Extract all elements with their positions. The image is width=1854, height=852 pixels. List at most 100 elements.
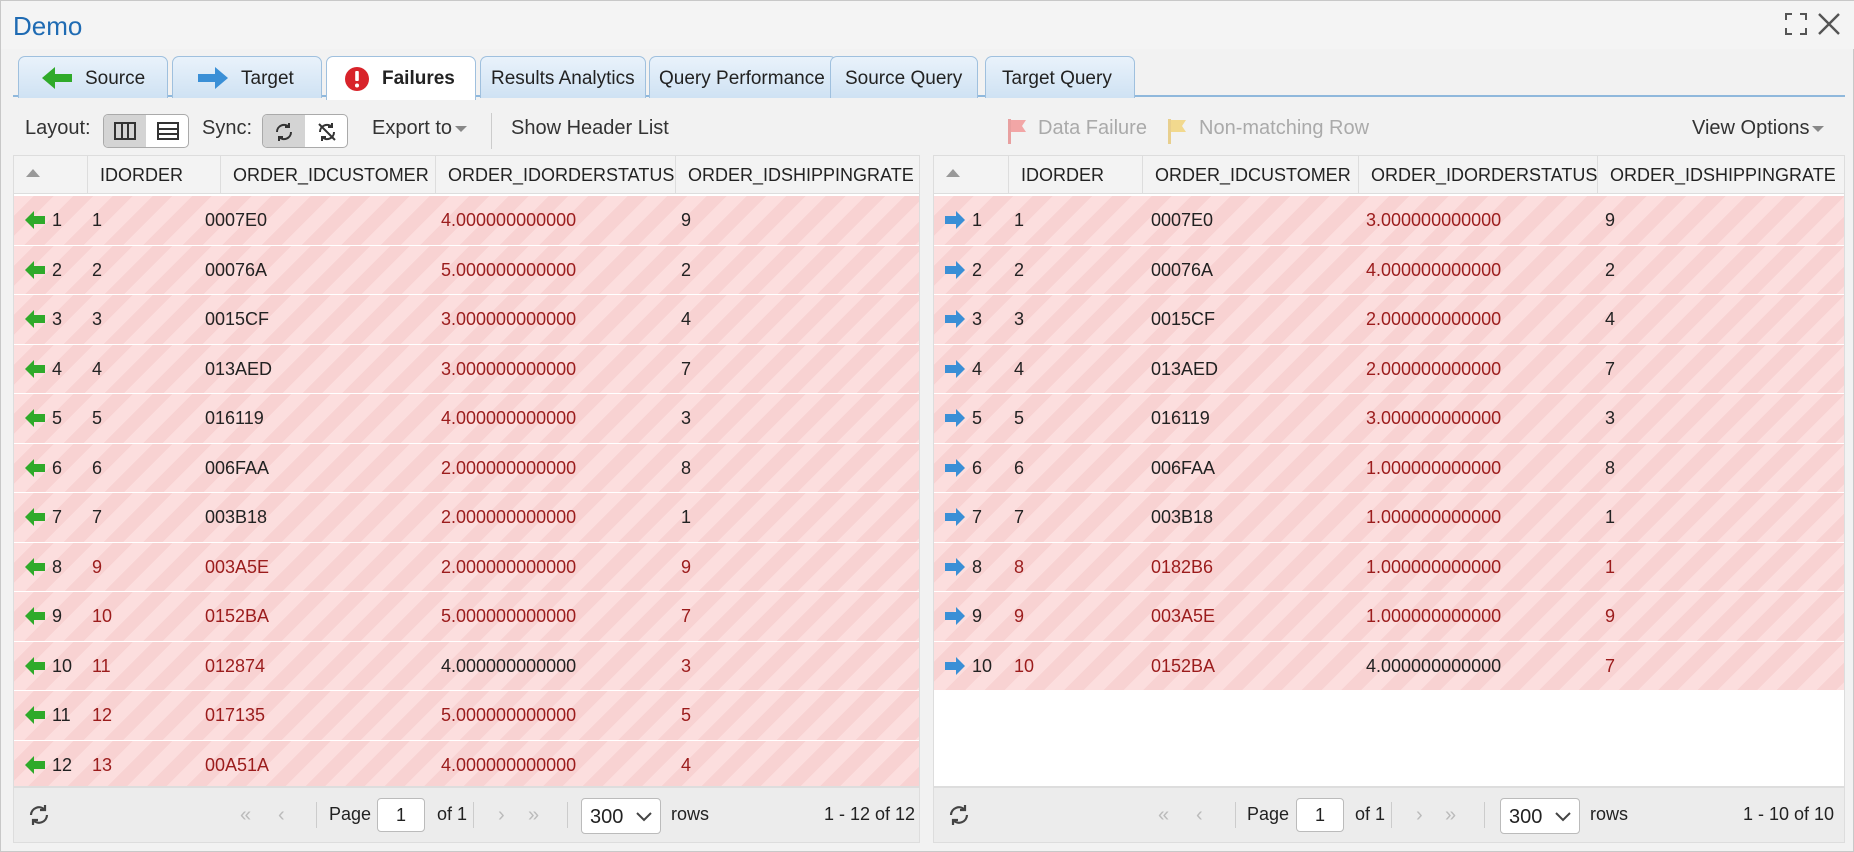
cell-idcustomer: 00A51A [205,754,270,775]
cell-idorder: 8 [1014,556,1025,577]
table-row[interactable]: 4 4 013AED 2.000000000000 7 [934,344,1844,394]
last-page-icon[interactable]: » [1445,804,1456,827]
table-row[interactable]: 2 2 00076A 5.000000000000 2 [14,245,919,295]
table-row[interactable]: 7 7 003B18 1.000000000000 1 [934,493,1844,543]
table-row[interactable]: 5 5 016119 3.000000000000 3 [934,394,1844,444]
table-row[interactable]: 11 12 017135 5.000000000000 5 [14,691,919,741]
tab-target-query[interactable]: Target Query [985,56,1135,98]
cell-idorderstatus: 3.000000000000 [1366,210,1502,230]
tab-results-analytics-label: Results Analytics [491,68,635,89]
cell-idcustomer: 006FAA [205,457,270,478]
tab-results-analytics[interactable]: Results Analytics [480,56,646,98]
layout-label: Layout: [25,117,91,139]
tab-source-query[interactable]: Source Query [830,56,978,98]
next-page-icon[interactable]: › [498,804,505,827]
prev-page-icon[interactable]: ‹ [278,804,285,827]
cell-idorderstatus: 4.000000000000 [1366,259,1502,280]
row-number: 5 [52,408,63,428]
table-row[interactable]: 10 11 012874 4.000000000000 3 [14,641,919,691]
chevron-down-icon [455,125,468,132]
rows-per-page-select[interactable]: 300 [581,798,661,834]
table-row[interactable]: 8 9 003A5E 2.000000000000 9 [14,542,919,592]
cell-idshippingrate: 3 [681,408,692,428]
column-header-idorder[interactable]: IDORDER [1009,156,1143,194]
cell-idcustomer: 003A5E [205,556,270,577]
table-row[interactable]: 1 1 0007E0 3.000000000000 9 [934,196,1844,246]
cell-idshippingrate: 1 [1605,507,1616,527]
column-header-idorderstatus[interactable]: ORDER_IDORDERSTATUS [436,156,676,194]
sort-up-icon [26,169,40,177]
tab-target-query-label: Target Query [1002,68,1112,89]
cell-idshippingrate: 2 [681,259,692,280]
tab-query-performance-label: Query Performance [659,68,825,89]
arrow-left-icon [25,458,45,477]
table-row[interactable]: 4 4 013AED 3.000000000000 7 [14,344,919,394]
table-row[interactable]: 6 6 006FAA 2.000000000000 8 [14,443,919,493]
cell-idorderstatus: 3.000000000000 [441,309,577,329]
column-header-idshippingrate[interactable]: ORDER_IDSHIPPINGRATE [1598,156,1844,194]
cell-idcustomer: 0015CF [1151,309,1216,329]
table-row[interactable]: 12 13 00A51A 4.000000000000 4 [14,740,919,786]
table-row[interactable]: 9 10 0152BA 5.000000000000 7 [14,592,919,642]
column-header-idorder[interactable]: IDORDER [88,156,221,194]
tab-query-performance[interactable]: Query Performance [649,56,837,98]
cell-idshippingrate: 9 [1605,606,1616,626]
sync-toggle [262,114,348,148]
tab-source[interactable]: Source [18,56,168,98]
table-row[interactable]: 6 6 006FAA 1.000000000000 8 [934,443,1844,493]
cell-idorder: 4 [1014,358,1025,379]
row-number: 2 [52,259,63,280]
arrow-left-icon [25,557,45,576]
sort-column-header[interactable] [934,156,1009,194]
table-row[interactable]: 3 3 0015CF 3.000000000000 4 [14,295,919,345]
cell-idorder: 2 [92,259,103,280]
view-options-dropdown[interactable]: View Options [1692,117,1825,140]
tab-failures[interactable]: Failures [326,56,476,100]
refresh-icon[interactable] [26,802,52,828]
cell-idcustomer: 00076A [1151,259,1214,280]
table-row[interactable]: 9 9 003A5E 1.000000000000 9 [934,592,1844,642]
layout-columns-button[interactable] [104,115,146,147]
first-page-icon[interactable]: « [240,804,251,827]
refresh-icon[interactable] [946,802,972,828]
row-number: 9 [52,606,63,626]
row-number: 6 [972,457,983,478]
column-header-idshippingrate[interactable]: ORDER_IDSHIPPINGRATE [676,156,919,194]
next-page-icon[interactable]: › [1416,804,1423,827]
sync-off-button[interactable] [306,115,347,147]
table-row[interactable]: 10 10 0152BA 4.000000000000 7 [934,641,1844,691]
show-header-list-button[interactable]: Show Header List [511,117,669,140]
last-page-icon[interactable]: » [528,804,539,827]
row-number: 1 [972,210,983,230]
source-rows: 1 1 0007E0 4.000000000000 9 2 2 00076A 5.0000000… [14,196,919,786]
cell-idorderstatus: 1.000000000000 [1366,556,1502,577]
tab-target[interactable]: Target [172,56,322,98]
table-row[interactable]: 1 1 0007E0 4.000000000000 9 [14,196,919,246]
cell-idcustomer: 013AED [1151,358,1219,379]
table-row[interactable]: 3 3 0015CF 2.000000000000 4 [934,295,1844,345]
prev-page-icon[interactable]: ‹ [1196,804,1203,827]
chevron-down-icon [1555,812,1571,822]
table-row[interactable]: 7 7 003B18 2.000000000000 1 [14,493,919,543]
column-header-idcustomer[interactable]: ORDER_IDCUSTOMER [1143,156,1359,194]
sync-on-button[interactable] [263,115,305,147]
close-icon[interactable] [1816,11,1842,37]
page-number-input[interactable]: 1 [1296,798,1344,832]
export-dropdown[interactable]: Export to [372,117,468,140]
sort-up-icon [946,169,960,177]
cell-idshippingrate: 7 [681,606,692,626]
table-row[interactable]: 2 2 00076A 4.000000000000 2 [934,245,1844,295]
column-header-idorderstatus[interactable]: ORDER_IDORDERSTATUS [1359,156,1598,194]
table-row[interactable]: 8 8 0182B6 1.000000000000 1 [934,542,1844,592]
sort-column-header[interactable] [14,156,88,194]
cell-idcustomer: 003B18 [205,507,268,527]
rows-per-page-select[interactable]: 300 [1500,798,1580,834]
column-header-idcustomer[interactable]: ORDER_IDCUSTOMER [221,156,436,194]
table-row[interactable]: 5 5 016119 4.000000000000 3 [14,394,919,444]
page-number-input[interactable]: 1 [377,798,425,832]
cell-idshippingrate: 8 [1605,457,1616,478]
arrow-right-icon [945,211,965,229]
maximize-icon[interactable] [1783,11,1809,37]
layout-rows-button[interactable] [147,115,188,147]
first-page-icon[interactable]: « [1158,804,1169,827]
